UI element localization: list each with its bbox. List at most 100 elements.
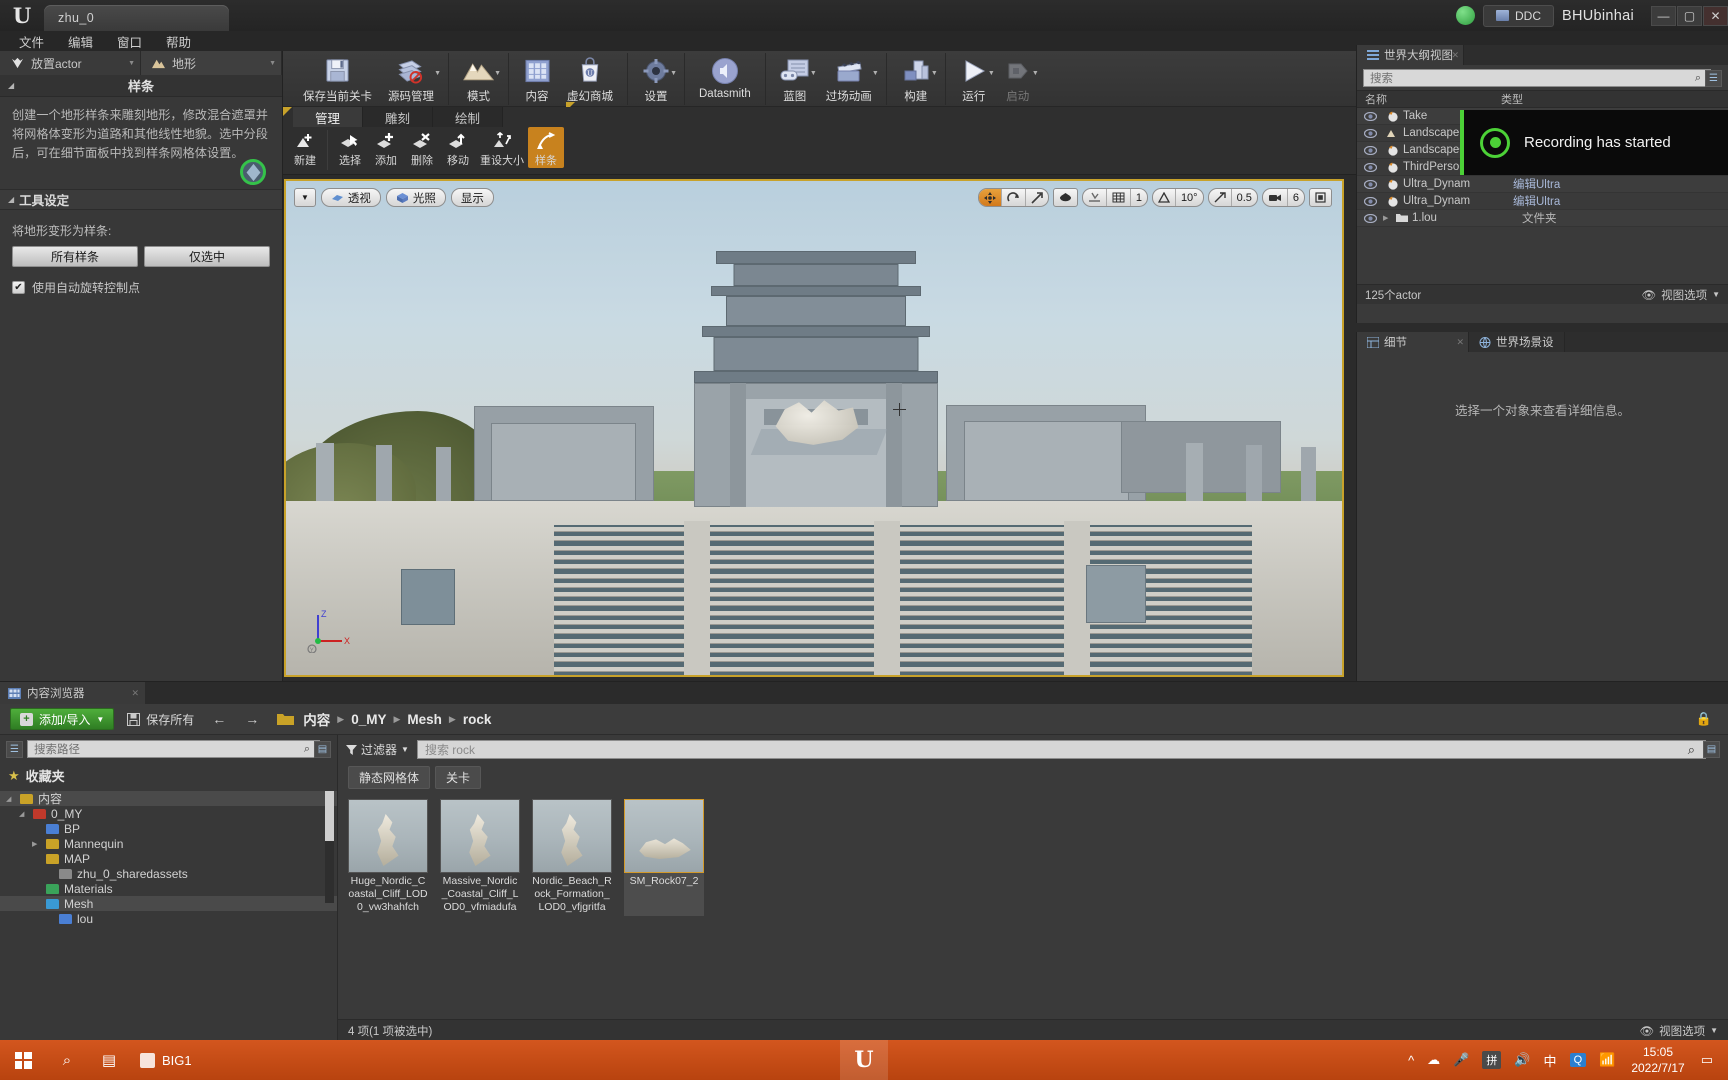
lit-button[interactable]: 光照 xyxy=(385,188,446,207)
show-button[interactable]: 显示 xyxy=(450,188,494,207)
perspective-button[interactable]: 透视 xyxy=(320,188,381,207)
tab-place-actor[interactable]: 放置actor ▼ xyxy=(0,51,141,75)
source-control-button[interactable]: 源码管理 ▼ xyxy=(380,53,442,104)
visibility-eye-icon[interactable] xyxy=(1357,179,1383,189)
taskbar-unreal-button[interactable]: U xyxy=(840,1040,888,1080)
notifications-icon[interactable]: ▭ xyxy=(1696,1052,1718,1068)
surface-snap-button[interactable] xyxy=(1083,189,1107,206)
all-splines-button[interactable]: 所有样条 xyxy=(12,246,138,267)
quick-search-icon[interactable]: Q xyxy=(1565,1053,1592,1067)
settings-button[interactable]: 设置 ▼ xyxy=(634,53,678,104)
expand-triangle-icon[interactable]: ▶ xyxy=(32,840,41,848)
start-button[interactable] xyxy=(0,1040,46,1080)
camera-speed-button[interactable] xyxy=(1263,189,1288,206)
build-button[interactable]: 构建 ▼ xyxy=(893,53,939,104)
cloud-icon[interactable]: ☁ xyxy=(1422,1052,1445,1068)
outliner-search-input[interactable]: 搜索 xyxy=(1363,69,1711,87)
visibility-eye-icon[interactable] xyxy=(1357,128,1383,138)
menu-edit[interactable]: 编辑 xyxy=(57,30,104,53)
breadcrumb-rock[interactable]: rock xyxy=(463,712,492,727)
visibility-eye-icon[interactable] xyxy=(1357,162,1383,172)
column-name[interactable]: 名称 xyxy=(1357,91,1493,107)
breadcrumb-mesh[interactable]: Mesh xyxy=(407,712,442,727)
camera-speed-value[interactable]: 6 xyxy=(1288,189,1304,206)
grid-snap-button[interactable] xyxy=(1107,189,1131,206)
tab-world-settings[interactable]: 世界场景设 xyxy=(1469,332,1565,352)
ls-tab-sculpt[interactable]: 雕刻 xyxy=(363,107,434,127)
sources-options-button[interactable]: ▤ xyxy=(314,740,331,758)
tree-node[interactable]: Materials xyxy=(0,881,337,896)
ddc-button[interactable]: DDC xyxy=(1482,4,1554,27)
status-badge-icon[interactable] xyxy=(1455,6,1475,25)
ls-tool-select[interactable]: 选择 xyxy=(332,127,368,168)
lock-icon[interactable]: 🔒 xyxy=(1696,711,1718,727)
ls-tool-move[interactable]: 移动 xyxy=(440,127,476,168)
maximize-viewport-button[interactable] xyxy=(1309,188,1332,207)
user-account-label[interactable]: BHUbinhai xyxy=(1562,8,1634,24)
unreal-logo-icon[interactable]: U xyxy=(0,0,44,31)
scale-snap-value[interactable]: 0.5 xyxy=(1232,189,1257,206)
ls-tab-manage[interactable]: 管理 xyxy=(293,107,364,127)
filter-button[interactable]: 过滤器 ▼ xyxy=(346,741,409,758)
microphone-icon[interactable]: 🎤 xyxy=(1448,1052,1474,1068)
outliner-view-options-button[interactable]: 👁 视图选项 ▼ xyxy=(1641,287,1720,303)
folder-tree[interactable]: ◢ 内容 ◢ 0_MY BP ▶ Mannequin MAP zhu_0_sharedasset… xyxy=(0,788,337,926)
minimize-button[interactable]: — xyxy=(1651,5,1676,26)
asset-view-options[interactable]: 👁 视图选项 ▼ xyxy=(1639,1023,1718,1039)
close-icon[interactable]: ✕ xyxy=(131,688,139,699)
ime-box-icon[interactable]: 拼 xyxy=(1477,1051,1506,1069)
ls-tool-delete[interactable]: 删除 xyxy=(404,127,440,168)
tab-landscape[interactable]: 地形 ▼ xyxy=(141,51,282,75)
expand-triangle-icon[interactable]: ▶ xyxy=(1383,214,1392,222)
scale-snap-button[interactable] xyxy=(1209,189,1232,206)
volume-icon[interactable]: 🔊 xyxy=(1509,1052,1535,1068)
back-button[interactable]: ← xyxy=(207,711,231,727)
taskbar-app-big1[interactable]: BIG1 xyxy=(130,1040,202,1080)
chevron-down-icon[interactable]: ▼ xyxy=(931,70,938,77)
angle-snap-button[interactable] xyxy=(1153,189,1176,206)
visibility-eye-icon[interactable] xyxy=(1357,145,1383,155)
blueprint-button[interactable]: 蓝图 ▼ xyxy=(772,53,818,104)
visibility-eye-icon[interactable] xyxy=(1357,111,1383,121)
tree-node[interactable]: Mesh xyxy=(0,896,337,911)
tree-node[interactable]: lou xyxy=(0,911,337,926)
asset-grid[interactable]: Huge_Nordic_Coastal_Cliff_LOD0_vw3hahfch… xyxy=(338,795,1728,920)
tree-node[interactable]: MAP xyxy=(0,851,337,866)
add-import-button[interactable]: + 添加/导入 ▼ xyxy=(10,708,115,730)
expand-triangle-icon[interactable]: ◢ xyxy=(6,795,15,803)
auto-rotate-row[interactable]: ✔ 使用自动旋转控制点 xyxy=(12,279,270,296)
maximize-button[interactable]: ▢ xyxy=(1677,5,1702,26)
search-taskbar-button[interactable]: ⌕ xyxy=(46,1040,88,1080)
expand-triangle-icon[interactable]: ◢ xyxy=(19,810,28,818)
scale-mode-button[interactable] xyxy=(1026,189,1048,206)
modes-button[interactable]: 模式 ▼ xyxy=(455,53,502,104)
outliner-row[interactable]: ▶ 1.lou 文件夹 xyxy=(1357,210,1728,227)
content-button[interactable]: 内容 xyxy=(515,53,559,104)
chevron-down-icon[interactable]: ▼ xyxy=(434,70,441,77)
path-search-input[interactable]: 搜索路径 xyxy=(27,740,320,758)
task-view-button[interactable]: ▤ xyxy=(88,1040,130,1080)
asset-tile[interactable]: Huge_Nordic_Coastal_Cliff_LOD0_vw3hahfch xyxy=(348,799,428,916)
sources-list-button[interactable]: ☰ xyxy=(6,740,23,758)
play-button[interactable]: 运行 ▼ xyxy=(952,53,996,104)
tab-details[interactable]: 细节 ✕ xyxy=(1357,332,1469,352)
save-level-button[interactable]: 保存当前关卡 xyxy=(295,53,380,104)
chevron-down-icon[interactable]: ▼ xyxy=(1032,70,1039,77)
tree-node[interactable]: BP xyxy=(0,821,337,836)
outliner-row[interactable]: Ultra_Dynam 编辑Ultra xyxy=(1357,193,1728,210)
visibility-eye-icon[interactable] xyxy=(1357,213,1383,223)
ls-tool-new[interactable]: 新建 xyxy=(287,127,323,168)
asset-tile[interactable]: Nordic_Beach_Rock_Formation_LOD0_vfjgrit… xyxy=(532,799,612,916)
angle-snap-value[interactable]: 10° xyxy=(1176,189,1203,206)
forward-button[interactable]: → xyxy=(240,711,264,727)
asset-tile[interactable]: Massive_Nordic_Coastal_Cliff_LOD0_vfmiad… xyxy=(440,799,520,916)
menu-file[interactable]: 文件 xyxy=(8,30,55,53)
chevron-down-icon[interactable]: ▼ xyxy=(670,70,677,77)
chevron-down-icon[interactable]: ▼ xyxy=(872,70,879,77)
outliner-settings-button[interactable]: ☰ xyxy=(1705,69,1722,87)
network-icon[interactable]: 📶 xyxy=(1594,1052,1620,1068)
tree-node[interactable]: zhu_0_sharedassets xyxy=(0,866,337,881)
chevron-down-icon[interactable]: ▼ xyxy=(988,70,995,77)
outliner-row-type[interactable]: 编辑Ultra xyxy=(1513,193,1728,209)
ls-tool-resize[interactable]: 重设大小 xyxy=(476,127,528,168)
